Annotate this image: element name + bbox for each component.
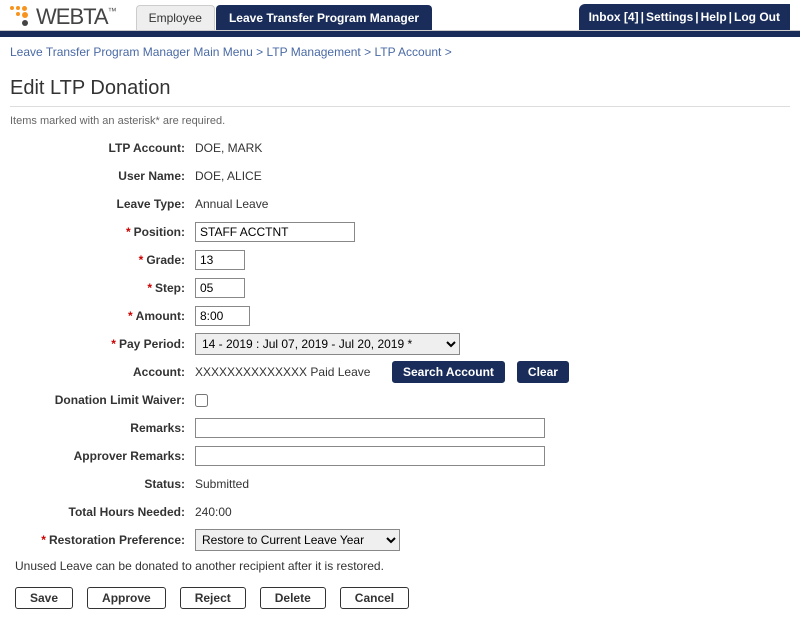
label-total-hours-needed: Total Hours Needed: xyxy=(10,505,195,519)
nav-inbox[interactable]: Inbox [4] xyxy=(589,10,639,24)
nav-sep: | xyxy=(729,10,732,24)
header: WEBTA™ Employee Leave Transfer Program M… xyxy=(0,0,800,31)
divider xyxy=(10,106,790,107)
action-bar: Save Approve Reject Delete Cancel xyxy=(10,587,790,609)
step-input[interactable] xyxy=(195,278,245,298)
clear-button[interactable]: Clear xyxy=(517,361,569,383)
label-ltp-account: LTP Account: xyxy=(10,141,195,155)
row-approver-remarks: Approver Remarks: xyxy=(10,445,790,467)
search-account-button[interactable]: Search Account xyxy=(392,361,505,383)
label-user-name: User Name: xyxy=(10,169,195,183)
logo-icon xyxy=(10,6,32,28)
row-user-name: User Name: DOE, ALICE xyxy=(10,165,790,187)
row-restoration-preference: *Restoration Preference: Restore to Curr… xyxy=(10,529,790,551)
reject-button[interactable]: Reject xyxy=(180,587,246,609)
label-leave-type: Leave Type: xyxy=(10,197,195,211)
label-donation-limit-waiver: Donation Limit Waiver: xyxy=(10,393,195,407)
breadcrumb-sep: > xyxy=(364,45,374,59)
amount-input[interactable] xyxy=(195,306,250,326)
label-pay-period: *Pay Period: xyxy=(10,337,195,351)
label-account: Account: xyxy=(10,365,195,379)
approve-button[interactable]: Approve xyxy=(87,587,166,609)
row-ltp-account: LTP Account: DOE, MARK xyxy=(10,137,790,159)
save-button[interactable]: Save xyxy=(15,587,73,609)
value-leave-type: Annual Leave xyxy=(195,197,268,211)
row-remarks: Remarks: xyxy=(10,417,790,439)
row-account: Account: XXXXXXXXXXXXXX Paid Leave Searc… xyxy=(10,361,790,383)
tab-employee[interactable]: Employee xyxy=(136,5,215,30)
value-user-name: DOE, ALICE xyxy=(195,169,262,183)
nav-logout[interactable]: Log Out xyxy=(734,10,780,24)
row-pay-period: *Pay Period: 14 - 2019 : Jul 07, 2019 - … xyxy=(10,333,790,355)
value-account: XXXXXXXXXXXXXX Paid Leave xyxy=(195,365,380,379)
restoration-note: Unused Leave can be donated to another r… xyxy=(10,559,790,573)
row-status: Status: Submitted xyxy=(10,473,790,495)
breadcrumb-sep: > xyxy=(256,45,266,59)
nav-help[interactable]: Help xyxy=(701,10,727,24)
required-hint: Items marked with an asterisk* are requi… xyxy=(10,115,790,127)
label-grade: *Grade: xyxy=(10,253,195,267)
value-status: Submitted xyxy=(195,477,249,491)
approver-remarks-input[interactable] xyxy=(195,446,545,466)
label-position: *Position: xyxy=(10,225,195,239)
logo-text: WEBTA™ xyxy=(36,4,116,30)
grade-input[interactable] xyxy=(195,250,245,270)
pay-period-select[interactable]: 14 - 2019 : Jul 07, 2019 - Jul 20, 2019 … xyxy=(195,333,460,355)
breadcrumb-ltp-management[interactable]: LTP Management xyxy=(266,45,360,59)
row-leave-type: Leave Type: Annual Leave xyxy=(10,193,790,215)
nav-sep: | xyxy=(695,10,698,24)
row-grade: *Grade: xyxy=(10,249,790,271)
tab-ltp-manager[interactable]: Leave Transfer Program Manager xyxy=(216,5,432,30)
label-amount: *Amount: xyxy=(10,309,195,323)
row-amount: *Amount: xyxy=(10,305,790,327)
label-restoration-preference: *Restoration Preference: xyxy=(10,533,195,547)
remarks-input[interactable] xyxy=(195,418,545,438)
tabs: Employee Leave Transfer Program Manager xyxy=(136,5,433,30)
header-left: WEBTA™ Employee Leave Transfer Program M… xyxy=(10,4,433,30)
label-remarks: Remarks: xyxy=(10,421,195,435)
row-donation-limit-waiver: Donation Limit Waiver: xyxy=(10,389,790,411)
logo: WEBTA™ xyxy=(10,4,116,30)
value-ltp-account: DOE, MARK xyxy=(195,141,262,155)
nav-settings[interactable]: Settings xyxy=(646,10,693,24)
donation-limit-waiver-checkbox[interactable] xyxy=(195,394,208,407)
label-step: *Step: xyxy=(10,281,195,295)
page-title: Edit LTP Donation xyxy=(10,77,790,100)
label-approver-remarks: Approver Remarks: xyxy=(10,449,195,463)
content: Edit LTP Donation Items marked with an a… xyxy=(0,67,800,619)
row-total-hours-needed: Total Hours Needed: 240:00 xyxy=(10,501,790,523)
row-position: *Position: xyxy=(10,221,790,243)
delete-button[interactable]: Delete xyxy=(260,587,326,609)
breadcrumb: Leave Transfer Program Manager Main Menu… xyxy=(0,37,800,67)
row-step: *Step: xyxy=(10,277,790,299)
nav-sep: | xyxy=(641,10,644,24)
breadcrumb-main-menu[interactable]: Leave Transfer Program Manager Main Menu xyxy=(10,45,253,59)
value-total-hours-needed: 240:00 xyxy=(195,505,232,519)
restoration-preference-select[interactable]: Restore to Current Leave Year xyxy=(195,529,400,551)
label-status: Status: xyxy=(10,477,195,491)
breadcrumb-sep: > xyxy=(445,45,452,59)
breadcrumb-ltp-account[interactable]: LTP Account xyxy=(374,45,441,59)
cancel-button[interactable]: Cancel xyxy=(340,587,409,609)
position-input[interactable] xyxy=(195,222,355,242)
top-nav: Inbox [4] | Settings | Help | Log Out xyxy=(579,4,790,30)
